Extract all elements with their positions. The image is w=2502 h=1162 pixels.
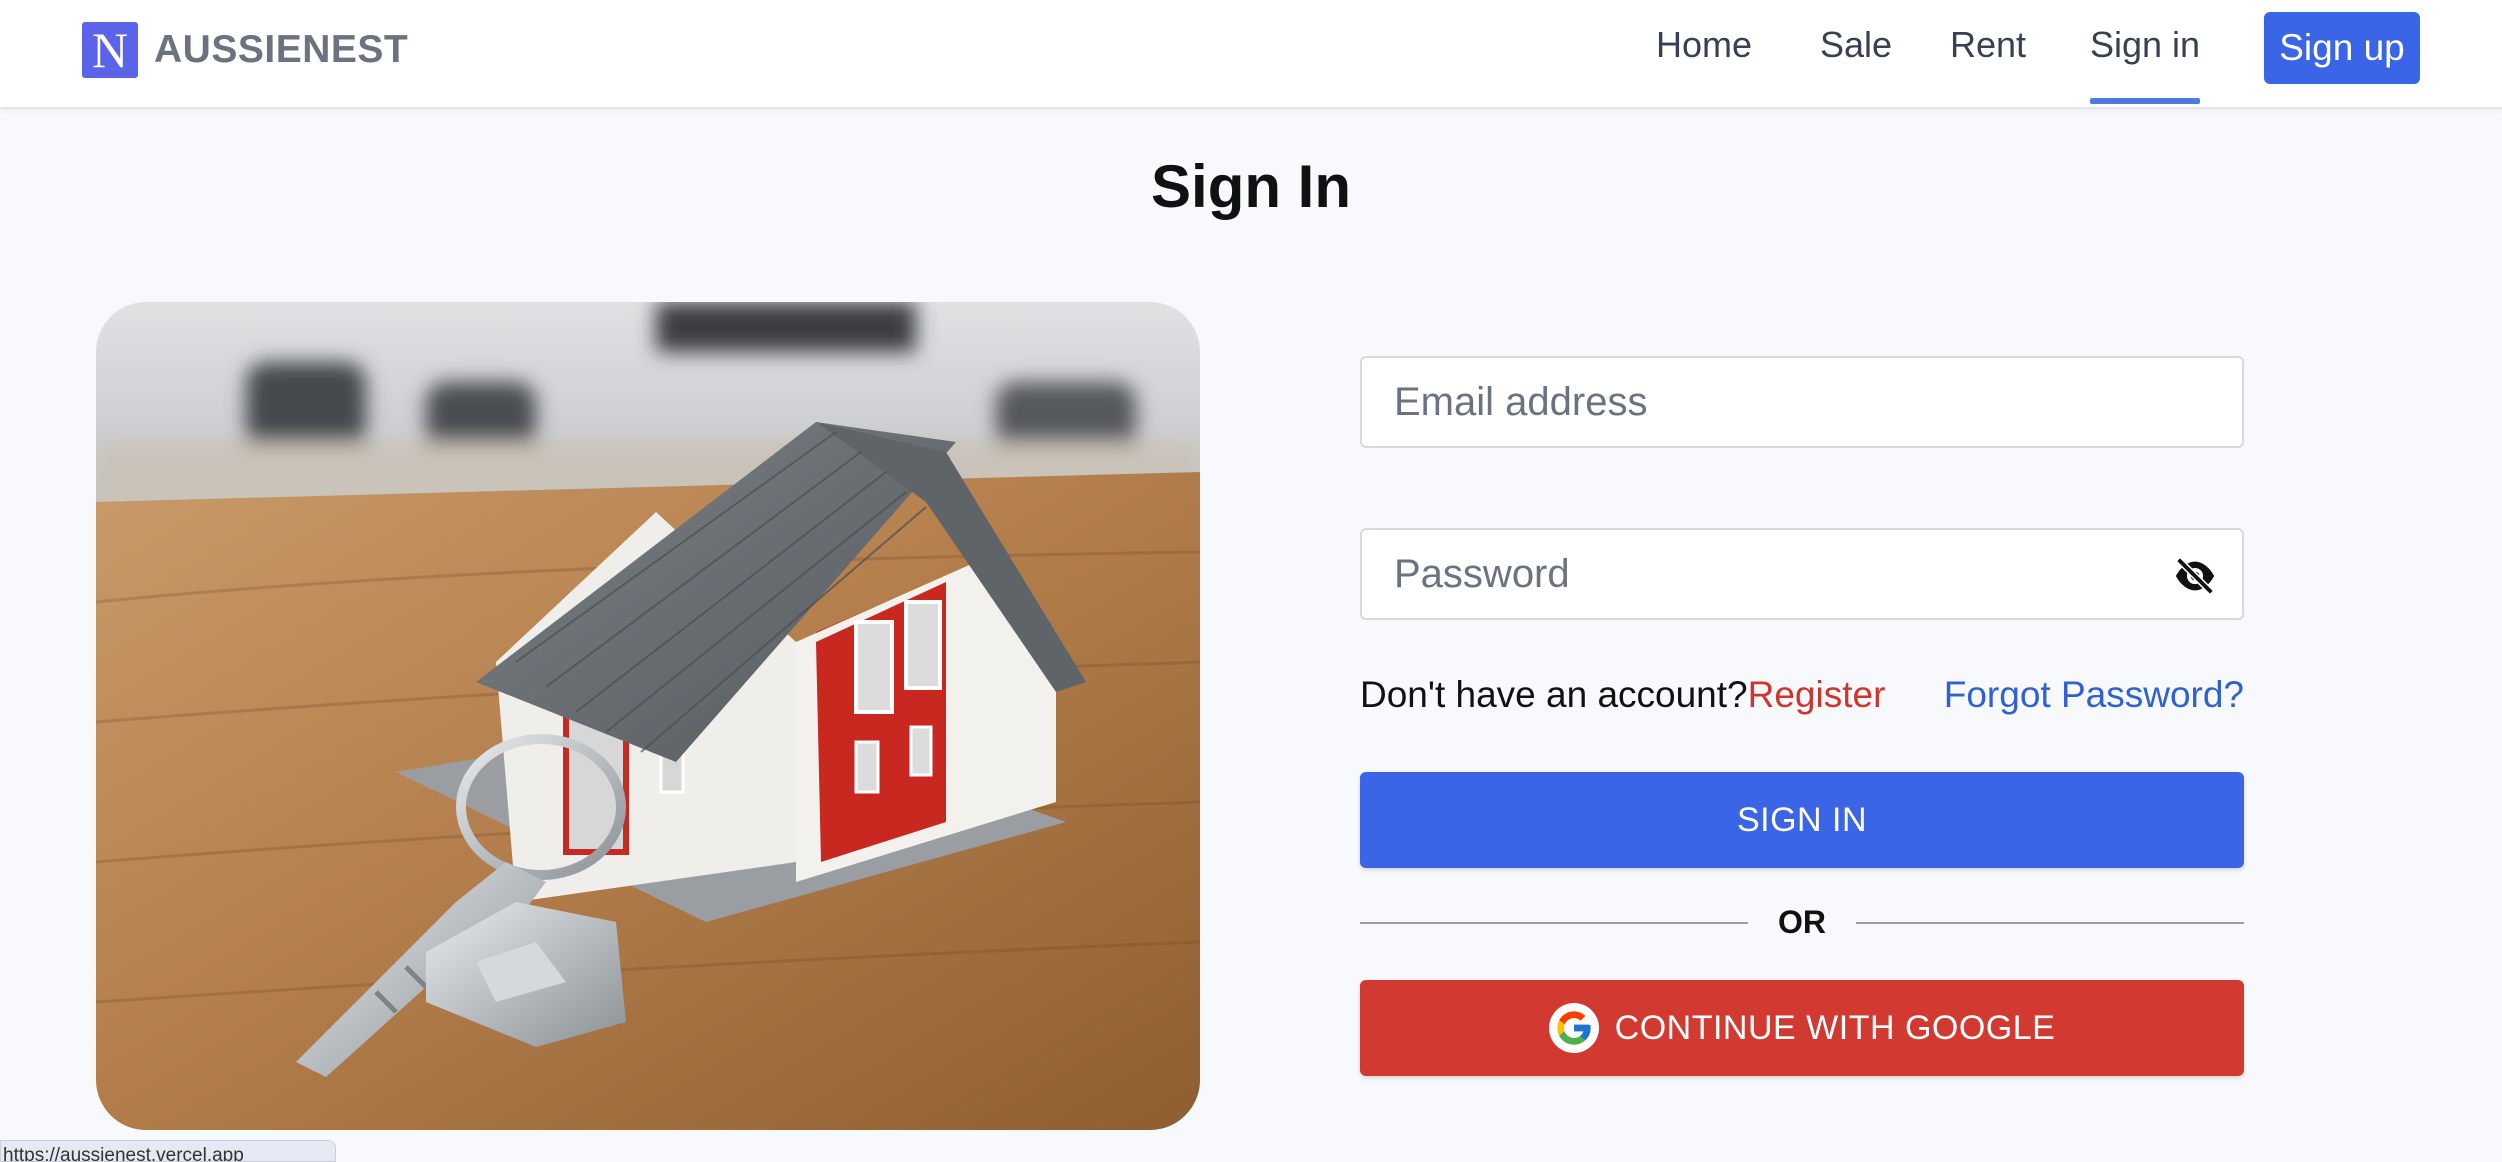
continue-with-google-button[interactable]: CONTINUE WITH GOOGLE	[1360, 980, 2244, 1076]
nav-sign-in[interactable]: Sign in	[2090, 22, 2201, 104]
register-link[interactable]: Register	[1748, 674, 1886, 715]
link-preview-status: https://aussienest.vercel.app	[0, 1140, 336, 1162]
or-separator: OR	[1778, 904, 1826, 940]
sign-up-button[interactable]: Sign up	[2264, 12, 2420, 84]
email-input[interactable]	[1394, 380, 2154, 425]
google-button-label: CONTINUE WITH GOOGLE	[1614, 1009, 2056, 1047]
eye-off-icon[interactable]	[2172, 553, 2218, 599]
top-nav-bar: N AUSSIENEST Home Sale Rent Sign in Sign…	[0, 0, 2502, 109]
forgot-password-link[interactable]: Forgot Password?	[1944, 670, 2244, 720]
logo-n-icon: N	[82, 22, 138, 78]
or-divider-right	[1856, 922, 2244, 924]
password-input[interactable]	[1394, 552, 2154, 597]
house-keys-image	[96, 302, 1200, 1130]
google-icon	[1548, 1003, 1599, 1053]
nav-rent[interactable]: Rent	[1950, 22, 2026, 68]
email-field[interactable]	[1360, 356, 2244, 448]
account-links-row: Don't have an account?Register Forgot Pa…	[1360, 670, 2244, 720]
no-account-text: Don't have an account?	[1360, 674, 1748, 715]
password-field[interactable]	[1360, 528, 2244, 620]
nav-sale[interactable]: Sale	[1820, 22, 1892, 68]
page-title: Sign In	[1151, 153, 1351, 220]
sign-in-button[interactable]: SIGN IN	[1360, 772, 2244, 868]
brand-name: AUSSIENEST	[154, 28, 409, 71]
nav-home[interactable]: Home	[1656, 22, 1752, 68]
or-divider-left	[1360, 922, 1748, 924]
brand-logo[interactable]: N AUSSIENEST	[82, 22, 408, 78]
